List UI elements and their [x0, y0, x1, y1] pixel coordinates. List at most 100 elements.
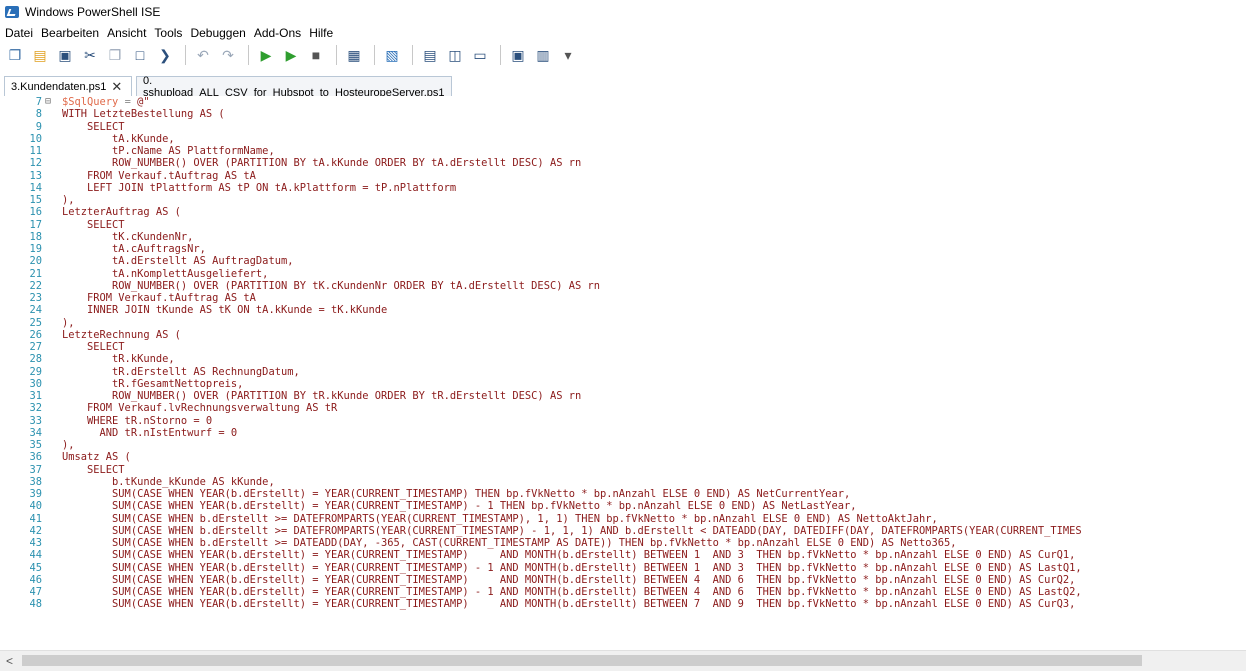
menu-datei[interactable]: Datei — [0, 26, 37, 40]
line-number: 8 — [35, 108, 42, 121]
code-line[interactable]: 25), — [0, 317, 1246, 329]
tab-sshupload[interactable]: 0. sshupload_ALL_CSV_for_Hubspot_to_Host… — [136, 75, 452, 99]
stop-icon[interactable]: ■ — [305, 44, 327, 66]
code-line[interactable]: 11 tP.cName AS PlattformName, — [0, 145, 1246, 157]
scroll-left-icon[interactable]: < — [6, 654, 13, 668]
code-line[interactable]: 7 ⊟ $SqlQuery = @" — [0, 96, 1246, 108]
show-script-top-icon[interactable]: ▤ — [419, 44, 441, 66]
cut-icon[interactable]: ✂ — [79, 44, 101, 66]
code-line[interactable]: 13 FROM Verkauf.tAuftrag AS tA — [0, 170, 1246, 182]
scrollbar-thumb[interactable] — [22, 655, 1142, 666]
run-selection-icon[interactable]: ▶ — [280, 44, 302, 66]
close-tab-icon[interactable]: ✕ — [111, 79, 122, 95]
code-content: FROM Verkauf.tAuftrag AS tA — [62, 169, 256, 182]
code-line[interactable]: 17 SELECT — [0, 219, 1246, 231]
line-number: 47 — [29, 586, 42, 598]
code-line[interactable]: 42 SUM(CASE WHEN b.dErstellt >= DATEFROM… — [0, 525, 1246, 537]
save-icon[interactable]: ▣ — [54, 44, 76, 66]
fold-toggle-icon[interactable]: ⊟ — [45, 97, 54, 107]
code-line[interactable]: 8 WITH LetzteBestellung AS ( — [0, 108, 1246, 120]
line-number: 19 — [29, 243, 42, 255]
code-line[interactable]: 34 AND tR.nIstEntwurf = 0 — [0, 427, 1246, 439]
code-content: tA.nKomplettAusgeliefert, — [62, 267, 269, 280]
undo-icon[interactable]: ↶ — [192, 44, 214, 66]
code-line[interactable]: 32 FROM Verkauf.lvRechnungsverwaltung AS… — [0, 402, 1246, 414]
show-script-max-icon[interactable]: ▭ — [469, 44, 491, 66]
code-line[interactable]: 23 FROM Verkauf.tAuftrag AS tA — [0, 292, 1246, 304]
code-content: SELECT — [62, 120, 125, 133]
code-line[interactable]: 48 SUM(CASE WHEN YEAR(b.dErstellt) = YEA… — [0, 598, 1246, 610]
menu-bearbeiten[interactable]: Bearbeiten — [37, 26, 103, 40]
tab-kundendaten[interactable]: 3.Kundendaten.ps1 ✕ — [4, 76, 132, 97]
redo-icon[interactable]: ↷ — [217, 44, 239, 66]
code-line[interactable]: 30 tR.fGesamtNettopreis, — [0, 378, 1246, 390]
powershell-ise-icon — [5, 6, 19, 18]
code-line[interactable]: 16 LetzterAuftrag AS ( — [0, 206, 1246, 218]
code-line[interactable]: 26 LetzteRechnung AS ( — [0, 329, 1246, 341]
code-line[interactable]: 39 SUM(CASE WHEN YEAR(b.dErstellt) = YEA… — [0, 488, 1246, 500]
code-line[interactable]: 35), — [0, 439, 1246, 451]
code-line[interactable]: 19 tA.cAuftragsNr, — [0, 243, 1246, 255]
code-line[interactable]: 36 Umsatz AS ( — [0, 451, 1246, 463]
code-line[interactable]: 46 SUM(CASE WHEN YEAR(b.dErstellt) = YEA… — [0, 574, 1246, 586]
copy-icon[interactable]: ❐ — [104, 44, 126, 66]
code-line[interactable]: 9 SELECT — [0, 121, 1246, 133]
code-line[interactable]: 15), — [0, 194, 1246, 206]
command-addon-icon[interactable]: ▣ — [507, 44, 529, 66]
line-number: 26 — [29, 328, 42, 341]
script-editor[interactable]: 7 ⊟ $SqlQuery = @" 8 WITH LetzteBestellung A… — [0, 96, 1246, 650]
code-line[interactable]: 12 ROW_NUMBER() OVER (PARTITION BY tA.kK… — [0, 157, 1246, 169]
line-number: 10 — [29, 132, 42, 145]
code-text: tA.cAuftragsNr, — [62, 243, 206, 255]
paste-icon[interactable]: □ — [129, 44, 151, 66]
code-text: tA.kKunde, — [62, 133, 175, 145]
code-line[interactable]: 22 ROW_NUMBER() OVER (PARTITION BY tK.cK… — [0, 280, 1246, 292]
code-line[interactable]: 47 SUM(CASE WHEN YEAR(b.dErstellt) = YEA… — [0, 586, 1246, 598]
menu-hilfe[interactable]: Hilfe — [305, 26, 337, 40]
run-script-icon[interactable]: ▶ — [255, 44, 277, 66]
code-line[interactable]: 31 ROW_NUMBER() OVER (PARTITION BY tR.kK… — [0, 390, 1246, 402]
show-commands-icon[interactable]: ▥ — [532, 44, 554, 66]
code-line[interactable]: 28 tR.kKunde, — [0, 353, 1246, 365]
remote-powershell-icon[interactable]: ▦ — [343, 44, 365, 66]
line-number: 17 — [29, 218, 42, 231]
code-content: SUM(CASE WHEN b.dErstellt >= DATEADD(DAY… — [62, 537, 957, 549]
code-line[interactable]: 21 tA.nKomplettAusgeliefert, — [0, 268, 1246, 280]
code-text: SUM(CASE WHEN YEAR(b.dErstellt) = YEAR(C… — [62, 488, 850, 500]
code-text: SUM(CASE WHEN YEAR(b.dErstellt) = YEAR(C… — [62, 549, 1075, 561]
code-line[interactable]: 27 SELECT — [0, 341, 1246, 353]
clear-console-icon[interactable]: ❯ — [154, 44, 176, 66]
open-folder-icon[interactable]: ▤ — [29, 44, 51, 66]
code-line[interactable]: 18 tK.cKundenNr, — [0, 231, 1246, 243]
title-bar: Windows PowerShell ISE — [0, 0, 1246, 24]
code-line[interactable]: 33 WHERE tR.nStorno = 0 — [0, 415, 1246, 427]
code-line[interactable]: 29 tR.dErstellt AS RechnungDatum, — [0, 366, 1246, 378]
menu-debuggen[interactable]: Debuggen — [186, 26, 249, 40]
code-text: b.tKunde_kKunde AS kKunde, — [62, 476, 275, 488]
code-line[interactable]: 24 INNER JOIN tKunde AS tK ON tA.kKunde … — [0, 304, 1246, 316]
code-line[interactable]: 38 b.tKunde_kKunde AS kKunde, — [0, 476, 1246, 488]
code-line[interactable]: 45 SUM(CASE WHEN YEAR(b.dErstellt) = YEA… — [0, 562, 1246, 574]
new-file-icon[interactable]: ❐ — [4, 44, 26, 66]
toolbar-overflow-icon[interactable]: ▾ — [557, 44, 579, 66]
code-line[interactable]: 37 SELECT — [0, 464, 1246, 476]
menu-tools[interactable]: Tools — [150, 26, 186, 40]
code-line[interactable]: 41 SUM(CASE WHEN b.dErstellt >= DATEFROM… — [0, 513, 1246, 525]
toolbar-separator — [374, 45, 375, 65]
code-text: FROM Verkauf.tAuftrag AS tA — [62, 170, 256, 182]
menu-ansicht[interactable]: Ansicht — [103, 26, 150, 40]
horizontal-scrollbar[interactable]: < — [0, 650, 1246, 671]
code-line[interactable]: 10 tA.kKunde, — [0, 133, 1246, 145]
line-number: 34 — [29, 426, 42, 439]
menu-add-ons[interactable]: Add-Ons — [250, 26, 305, 40]
code-line[interactable]: 43 SUM(CASE WHEN b.dErstellt >= DATEADD(… — [0, 537, 1246, 549]
code-line[interactable]: 40 SUM(CASE WHEN YEAR(b.dErstellt) = YEA… — [0, 500, 1246, 512]
code-content: LetzteRechnung AS ( — [62, 328, 181, 341]
code-text: Umsatz AS ( — [62, 451, 131, 463]
powershell-console-icon[interactable]: ▧ — [381, 44, 403, 66]
code-line[interactable]: 44 SUM(CASE WHEN YEAR(b.dErstellt) = YEA… — [0, 549, 1246, 561]
code-line[interactable]: 20 tA.dErstellt AS AuftragDatum, — [0, 255, 1246, 267]
code-line[interactable]: 14 LEFT JOIN tPlattform AS tP ON tA.kPla… — [0, 182, 1246, 194]
show-script-right-icon[interactable]: ◫ — [444, 44, 466, 66]
code-content: ), — [62, 316, 75, 329]
